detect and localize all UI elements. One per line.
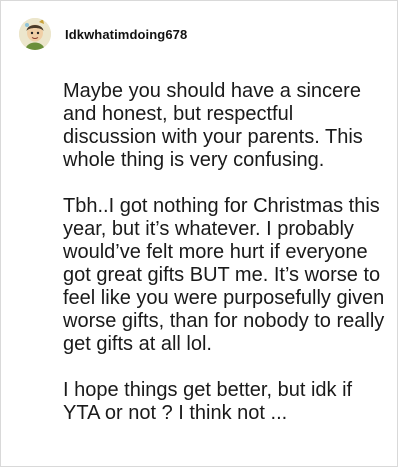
comment-header: Idkwhatimdoing678 <box>19 17 187 51</box>
comment-card: Idkwhatimdoing678 Maybe you should have … <box>0 0 398 467</box>
cartoon-avatar-icon[interactable] <box>19 18 51 50</box>
comment-paragraph: I hope things get better, but idk if YTA… <box>63 379 353 424</box>
comment-paragraph: Tbh..I got nothing for Christmas this ye… <box>63 195 385 355</box>
comment-username[interactable]: Idkwhatimdoing678 <box>65 27 187 42</box>
comment-body: Maybe you should have a sincere and hone… <box>63 80 388 425</box>
comment-paragraph: Maybe you should have a sincere and hone… <box>63 80 363 171</box>
